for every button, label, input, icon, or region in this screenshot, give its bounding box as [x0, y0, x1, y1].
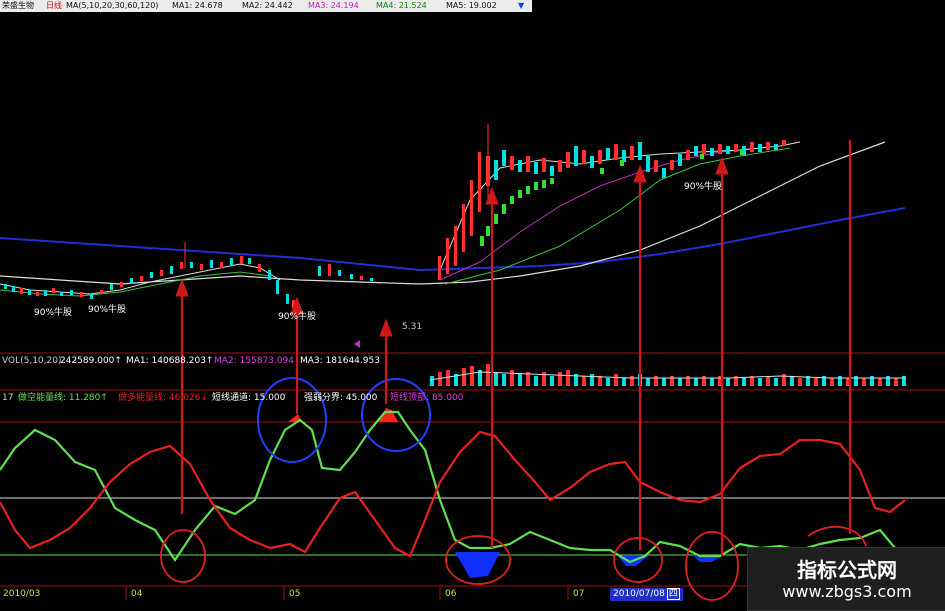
short-channel-label: 短线通道: 15.000 [212, 393, 286, 403]
ma-green-left [0, 271, 271, 297]
short-energy-label: 做空能量线: 11.280↑ [18, 393, 108, 403]
date-label-3: 05 [289, 589, 301, 599]
bull-label-1: 90%牛股 [34, 308, 73, 318]
ma-blue-long [0, 207, 906, 272]
date-label-5: 07 [573, 589, 585, 599]
long-energy-line [0, 430, 906, 558]
red-circle-5 [807, 526, 867, 547]
indicator-id: 17 [2, 393, 14, 403]
vol-ma1: MA1: 140688.203↑ [126, 356, 214, 366]
short-energy-line [0, 410, 906, 564]
watermark-title: 指标公式网 [797, 558, 897, 582]
bull-label-3: 90%牛股 [278, 312, 317, 322]
site-watermark: 指标公式网 www.zbgs3.com [747, 547, 945, 611]
stock-chart-window: 荣盛生物 日线 MA(5,10,20,30,60,120) MA1: 24.67… [0, 0, 945, 611]
date-label-4: 06 [445, 589, 457, 599]
overbought-label: 短线顶部: 85.000 [390, 393, 464, 403]
divide-label: 强弱分界: 45.000 [304, 393, 378, 403]
vol-value: 242589.000↑ [60, 356, 122, 366]
volume-bars [429, 364, 906, 386]
candles-left [4, 242, 373, 308]
weekday-box: 四 [666, 588, 680, 600]
chart-canvas [0, 124, 945, 601]
price-fragment: 5.31 [402, 322, 423, 332]
red-circle-4 [685, 531, 739, 601]
vol-ma2: MA2: 155873.094 [214, 356, 294, 366]
marker-triangle [354, 340, 360, 348]
vol-ma3: MA3: 181644.953 [300, 356, 380, 366]
watermark-url: www.zbgs3.com [782, 582, 912, 601]
date-cursor-label[interactable]: 2010/07/08 四 [610, 588, 683, 601]
red-fill-1 [378, 408, 398, 422]
date-label-1: 2010/03 [3, 589, 41, 599]
bull-label-4: 90%牛股 [684, 182, 723, 192]
date-label-2: 04 [131, 589, 143, 599]
blue-fill-1 [455, 552, 500, 578]
ma-white-long [0, 141, 886, 285]
bull-label-2: 90%牛股 [88, 305, 127, 315]
red-circle-1 [160, 529, 206, 583]
date-cursor-text: 2010/07/08 [613, 589, 665, 599]
vol-title: VOL(5,10,20) [2, 356, 62, 366]
long-energy-label: 做多能量线: 46.026↓ [118, 393, 208, 403]
